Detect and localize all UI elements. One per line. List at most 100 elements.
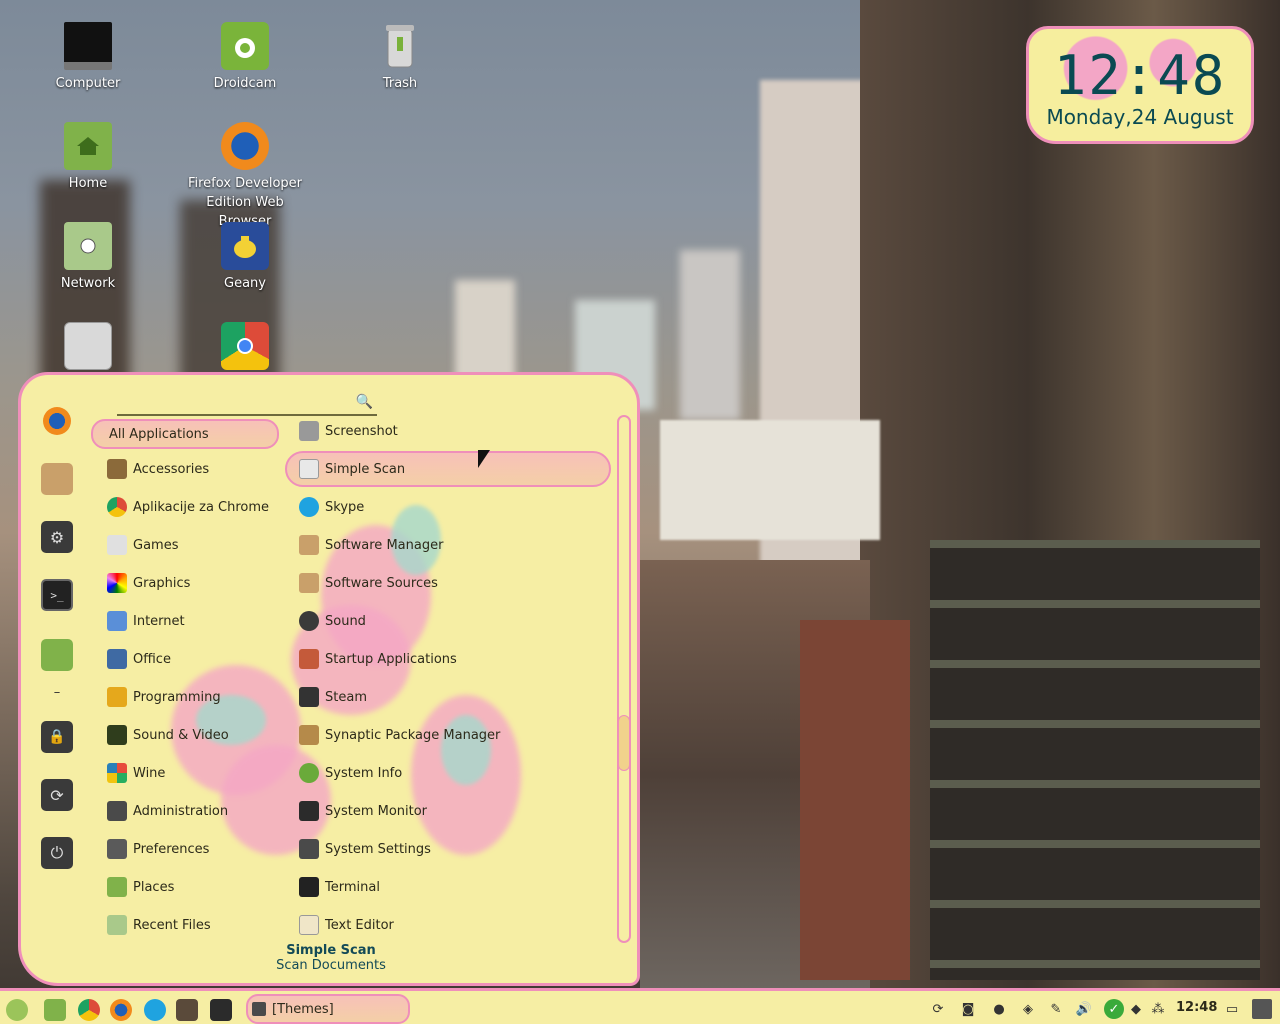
app-system-monitor[interactable]: System Monitor (299, 793, 609, 829)
favorite-terminal[interactable]: >_ (41, 579, 73, 611)
category-graphics[interactable]: Graphics (107, 568, 287, 598)
panel-clock[interactable]: 12:48 (1176, 1000, 1217, 1015)
app-simple-scan[interactable]: Simple Scan (285, 451, 611, 487)
preferences-icon (107, 839, 127, 859)
favorite-shutdown[interactable]: ⏻ (41, 837, 73, 869)
desktop-icon-computer[interactable]: Computer (28, 22, 148, 93)
system-monitor-icon (299, 801, 319, 821)
category-preferences[interactable]: Preferences (107, 834, 287, 864)
app-screenshot[interactable]: Screenshot (299, 413, 609, 449)
favorite-logout[interactable]: ⟳ (41, 779, 73, 811)
category-administration[interactable]: Administration (107, 796, 287, 826)
category-office[interactable]: Office (107, 644, 287, 674)
pen-icon[interactable]: ✎ (1046, 999, 1066, 1019)
launcher-firefox[interactable] (110, 999, 132, 1021)
app-sound[interactable]: Sound (299, 603, 609, 639)
bottom-panel: [Themes] ⟳ ◙ ● ◈ ✎ 🔊 ✓ ◆ ⁂ 12:48 ▭ (0, 988, 1280, 1024)
camera-icon[interactable]: ◙ (958, 999, 978, 1019)
category-wine[interactable]: Wine (107, 758, 287, 788)
apps-scrollbar-thumb[interactable] (618, 715, 630, 771)
apps-scrollbar[interactable] (617, 415, 631, 943)
network-icon[interactable]: ⁂ (1148, 999, 1168, 1019)
network-folder-icon (64, 222, 112, 270)
app-skype[interactable]: Skype (299, 489, 609, 525)
desktop-icon-network[interactable]: Network (28, 222, 148, 293)
refresh-icon[interactable]: ⟳ (928, 999, 948, 1019)
favorite-settings[interactable]: ⚙ (41, 521, 73, 553)
app-software-sources[interactable]: Software Sources (299, 565, 609, 601)
clock-date: Monday,24 August (1046, 105, 1234, 129)
desktop-icon-firefox-dev[interactable]: Firefox Developer Edition Web Browser (185, 122, 305, 231)
favorite-lock-screen[interactable]: 🔒 (41, 721, 73, 753)
menu-button[interactable] (6, 999, 28, 1021)
user-icon[interactable]: ● (989, 999, 1009, 1019)
speaker-icon (299, 611, 319, 631)
administration-icon (107, 801, 127, 821)
application-menu: ⚙ >_ – 🔒 ⟳ ⏻ 🔍 All Applications Accessor… (18, 372, 640, 986)
launcher-files[interactable] (44, 999, 66, 1021)
office-icon (107, 649, 127, 669)
info-icon (299, 763, 319, 783)
app-steam[interactable]: Steam (299, 679, 609, 715)
workspace-icon[interactable] (1252, 999, 1272, 1019)
app-terminal[interactable]: Terminal (299, 869, 609, 905)
desktop-icon-trash[interactable]: Trash (340, 22, 460, 93)
category-internet[interactable]: Internet (107, 606, 287, 636)
launcher-skype[interactable] (144, 999, 166, 1021)
camera-icon (299, 421, 319, 441)
skype-icon (299, 497, 319, 517)
settings-icon (252, 1002, 266, 1016)
category-all-applications[interactable]: All Applications (91, 419, 279, 449)
desktop-icon-chrome[interactable] (185, 322, 305, 374)
games-icon (107, 535, 127, 555)
category-sound-video[interactable]: Sound & Video (107, 720, 287, 750)
text-editor-icon (299, 915, 319, 935)
firefox-icon (221, 122, 269, 170)
scanner-icon (299, 459, 319, 479)
folder-icon (107, 877, 127, 897)
volume-icon[interactable]: 🔊 (1074, 999, 1094, 1019)
app-system-info[interactable]: System Info (299, 755, 609, 791)
sound-video-icon (107, 725, 127, 745)
category-games[interactable]: Games (107, 530, 287, 560)
terminal-icon (299, 877, 319, 897)
category-chrome-apps[interactable]: Aplikacije za Chrome (107, 492, 287, 522)
favorite-package-manager[interactable] (41, 463, 73, 495)
dropbox-icon[interactable]: ◈ (1018, 999, 1038, 1019)
terminal-icon: >_ (50, 588, 64, 602)
shield-icon[interactable]: ◆ (1126, 999, 1146, 1019)
category-accessories[interactable]: Accessories (107, 454, 287, 484)
desktop-icon-droidcam[interactable]: Droidcam (185, 22, 305, 93)
category-places[interactable]: Places (107, 872, 287, 902)
graphics-icon (107, 573, 127, 593)
home-folder-icon (64, 122, 112, 170)
app-system-settings[interactable]: System Settings (299, 831, 609, 867)
favorite-firefox[interactable] (41, 405, 73, 437)
desktop-icon-geany[interactable]: Geany (185, 222, 305, 293)
show-desktop-icon[interactable]: ▭ (1222, 999, 1242, 1019)
clock-time: 12:48 (1053, 44, 1227, 107)
update-ok-icon[interactable]: ✓ (1104, 999, 1124, 1019)
droidcam-icon (221, 22, 269, 70)
favorite-files[interactable] (41, 639, 73, 671)
app-startup-applications[interactable]: Startup Applications (299, 641, 609, 677)
launcher-video[interactable] (176, 999, 198, 1021)
app-synaptic[interactable]: Synaptic Package Manager (299, 717, 609, 753)
launcher-chrome[interactable] (78, 999, 100, 1021)
firefox-icon (43, 407, 71, 435)
search-input[interactable] (121, 394, 341, 414)
category-recent-files[interactable]: Recent Files (107, 910, 287, 940)
app-description-text: Scan Documents (276, 958, 386, 973)
app-description-name: Simple Scan (286, 943, 376, 958)
settings-icon (299, 839, 319, 859)
desktop-icon-usb[interactable] (28, 322, 148, 374)
app-software-manager[interactable]: Software Manager (299, 527, 609, 563)
steam-icon (299, 687, 319, 707)
launcher-system-monitor[interactable] (210, 999, 232, 1021)
app-text-editor[interactable]: Text Editor (299, 907, 609, 943)
taskbar-window-themes[interactable]: [Themes] (246, 994, 410, 1024)
category-programming[interactable]: Programming (107, 682, 287, 712)
power-icon: ⏻ (50, 843, 64, 862)
desktop-icon-home[interactable]: Home (28, 122, 148, 193)
app-description: Simple Scan Scan Documents (21, 943, 637, 973)
